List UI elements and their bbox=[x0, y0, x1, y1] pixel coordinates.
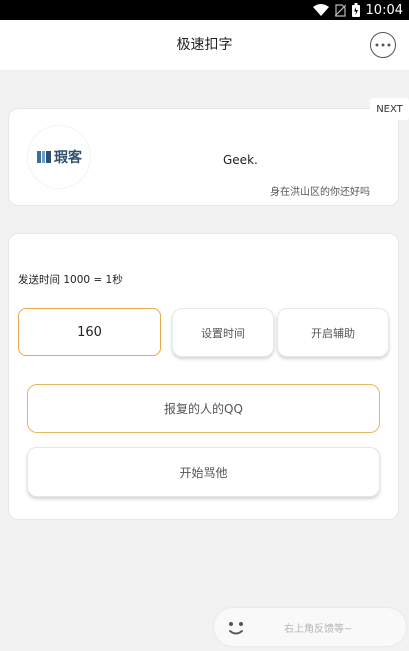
interval-input[interactable]: 160 bbox=[18, 308, 161, 356]
status-time: 10:04 bbox=[365, 2, 403, 18]
next-button[interactable]: NEXT bbox=[370, 98, 409, 120]
more-button[interactable] bbox=[370, 32, 396, 58]
app-header: 极速扣字 bbox=[0, 20, 409, 71]
feedback-bubble[interactable]: 右上角反馈等~ bbox=[214, 608, 406, 646]
status-icons: 10:04 bbox=[312, 0, 403, 20]
status-bar: 10:04 bbox=[0, 0, 409, 20]
page-title: 极速扣字 bbox=[176, 37, 233, 53]
wifi-icon bbox=[312, 4, 329, 16]
set-time-button[interactable]: 设置时间 bbox=[172, 308, 274, 357]
send-time-label: 发送时间 1000 = 1秒 bbox=[18, 274, 123, 286]
no-sim-icon bbox=[334, 3, 346, 17]
feedback-text: 右上角反馈等~ bbox=[284, 624, 353, 635]
open-assist-button[interactable]: 开启辅助 bbox=[277, 308, 389, 357]
logo-text: 瑕客 bbox=[54, 150, 82, 166]
battery-icon bbox=[351, 3, 360, 17]
profile-subtitle: 身在洪山区的你还好吗 bbox=[270, 187, 370, 198]
start-button[interactable]: 开始骂他 bbox=[27, 447, 380, 497]
profile-card: 瑕客 Geek. 身在洪山区的你还好吗 bbox=[8, 108, 399, 206]
qq-input[interactable]: 报复的人的QQ bbox=[27, 384, 380, 433]
more-icon bbox=[375, 43, 391, 47]
control-card: 发送时间 1000 = 1秒 160 设置时间 开启辅助 报复的人的QQ 开始骂… bbox=[8, 233, 399, 520]
logo-icon bbox=[37, 151, 51, 163]
profile-name: Geek. bbox=[223, 153, 258, 167]
logo: 瑕客 bbox=[28, 126, 90, 188]
smiley-icon bbox=[229, 622, 243, 635]
